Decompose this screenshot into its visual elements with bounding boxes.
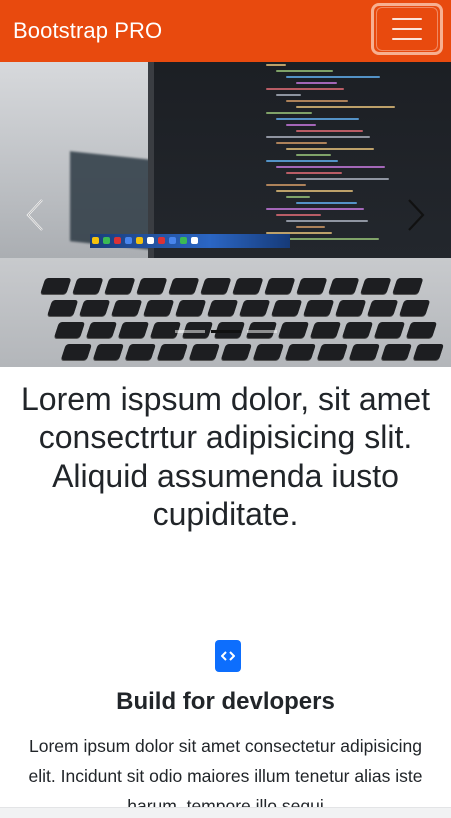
carousel-next-button[interactable]: [381, 62, 451, 367]
carousel-prev-button[interactable]: [0, 62, 70, 367]
feature-description: Lorem ipsum dolor sit amet consectetur a…: [28, 736, 423, 807]
code-icon: [215, 640, 241, 672]
chevron-right-icon: [408, 198, 425, 231]
hero-carousel: [0, 62, 451, 367]
navbar: Bootstrap PRO: [0, 0, 451, 62]
navbar-toggler-button[interactable]: [371, 3, 443, 55]
hero-lead-text: Lorem ispsum dolor, sit amet consectrtur…: [20, 381, 431, 533]
carousel-indicator-active[interactable]: [210, 330, 241, 333]
hamburger-menu-icon: [376, 7, 438, 51]
carousel-indicators: [0, 330, 451, 333]
chevron-left-icon: [26, 198, 43, 231]
carousel-indicator[interactable]: [174, 330, 205, 333]
feature-title: Build for devlopers: [116, 688, 335, 715]
browser-bottom-bar: [0, 807, 451, 818]
carousel-indicator[interactable]: [246, 330, 277, 333]
brand-link[interactable]: Bootstrap PRO: [13, 18, 162, 44]
